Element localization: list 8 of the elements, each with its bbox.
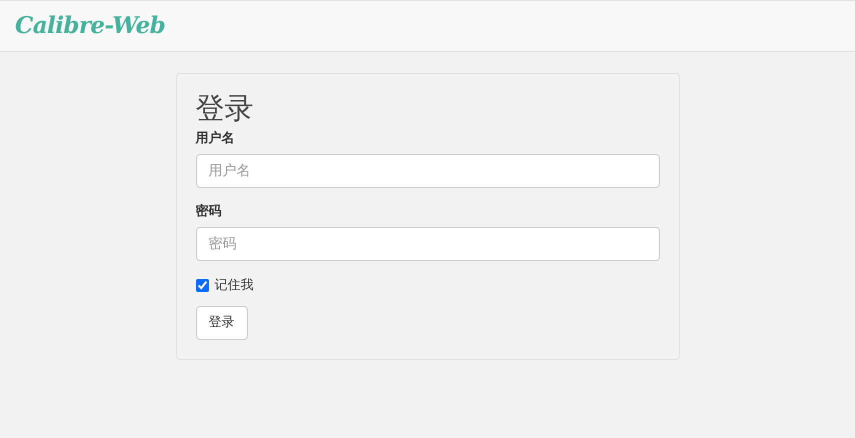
input-field[interactable]: 密码 — [196, 227, 660, 261]
remember-checkbox[interactable] — [196, 279, 208, 292]
input-field[interactable]: 用户名 — [196, 154, 660, 188]
login-button[interactable]: 登录 — [196, 306, 248, 340]
field-label: 密码 — [196, 203, 222, 221]
field-label: 用户名 — [196, 130, 236, 148]
remember-label: 记住我 — [214, 277, 254, 295]
login-title: 登录 — [196, 90, 254, 126]
